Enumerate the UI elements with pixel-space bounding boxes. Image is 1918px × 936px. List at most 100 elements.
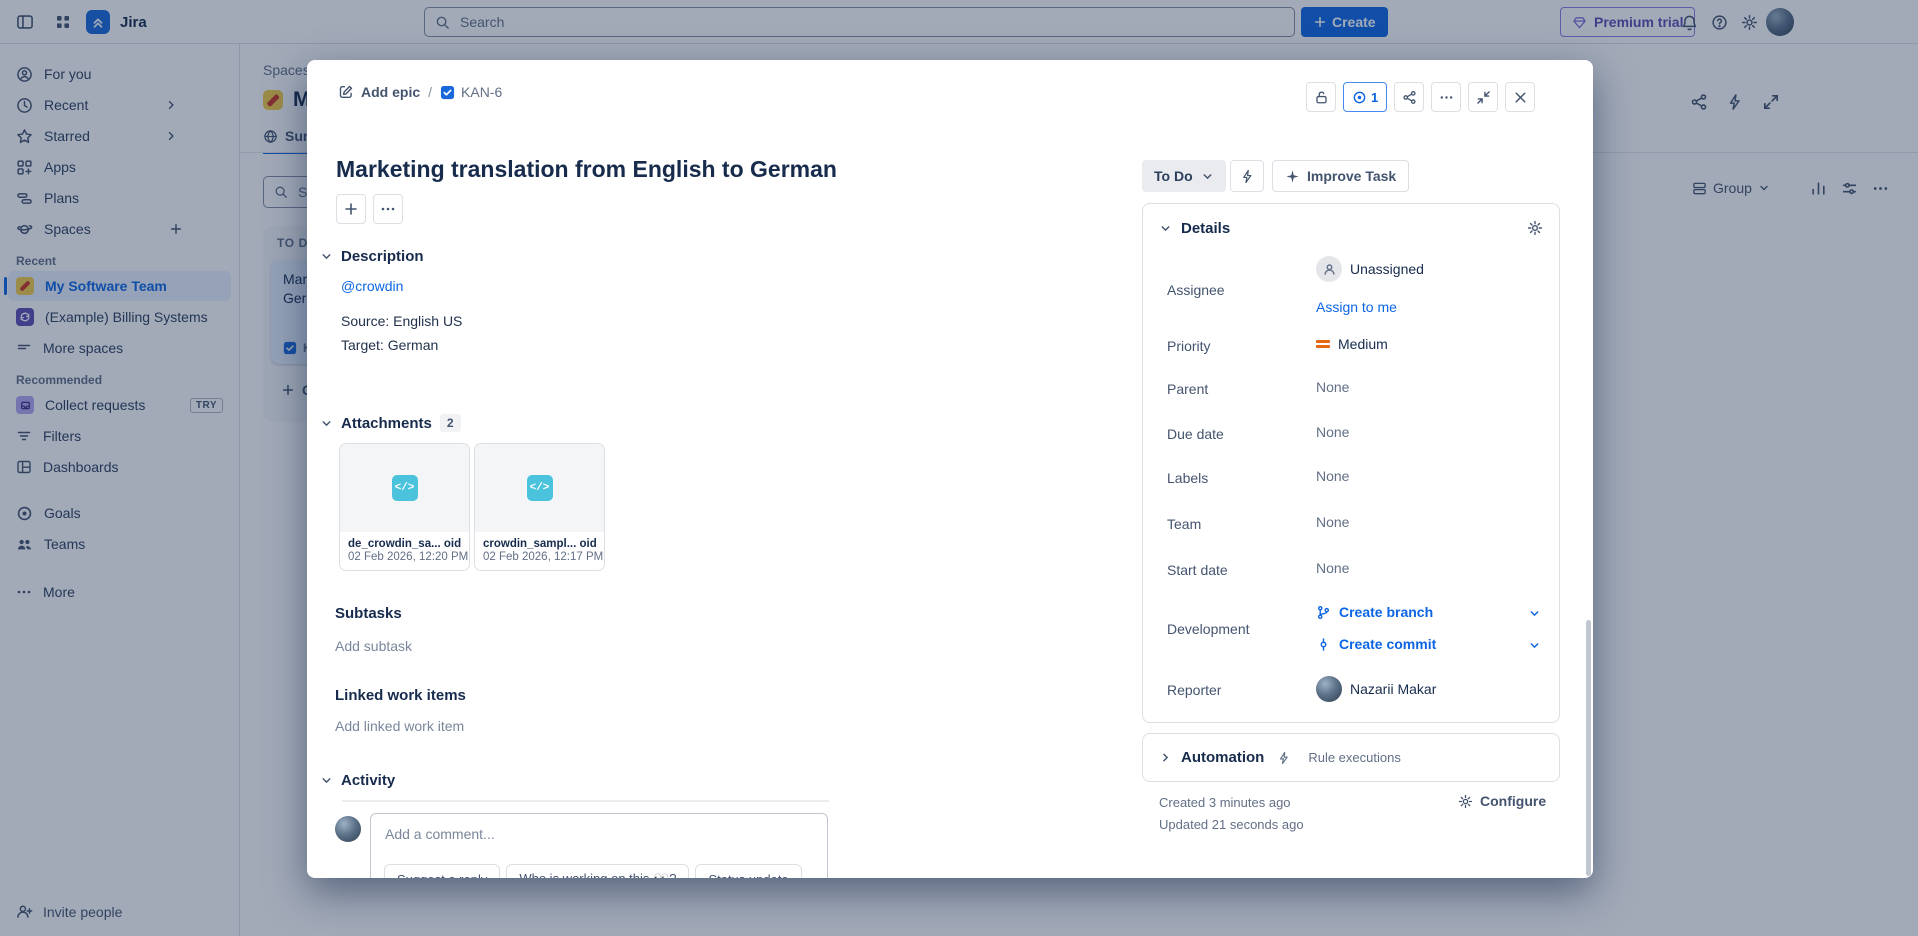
modal-scrollbar[interactable]: [1586, 620, 1591, 876]
attachment-item[interactable]: </> crowdin_sampl... oid.xml 02 Feb 2026…: [474, 443, 605, 571]
xml-file-icon: </>: [527, 475, 553, 501]
create-commit-link[interactable]: Create commit: [1316, 636, 1436, 652]
actions-lightning-button[interactable]: [1230, 160, 1264, 192]
field-value-team[interactable]: None: [1316, 514, 1349, 530]
attachment-date: 02 Feb 2026, 12:20 PM: [348, 551, 461, 563]
chevron-down-icon: [320, 250, 333, 263]
description-target: Target: German: [341, 337, 438, 353]
more-horizontal-icon: [1439, 90, 1454, 105]
field-label-reporter: Reporter: [1167, 682, 1221, 698]
status-dropdown[interactable]: To Do: [1142, 160, 1226, 192]
close-modal-button[interactable]: [1505, 82, 1535, 112]
field-label-development: Development: [1167, 621, 1250, 637]
rule-executions-link[interactable]: Rule executions: [1308, 750, 1401, 765]
add-subtask-field[interactable]: Add subtask: [335, 638, 412, 654]
watch-count: 1: [1371, 90, 1378, 105]
description-section-header[interactable]: Description: [320, 248, 424, 265]
field-value-priority[interactable]: Medium: [1316, 336, 1388, 352]
more-content-button[interactable]: [373, 194, 403, 224]
watch-button[interactable]: 1: [1343, 82, 1387, 112]
activity-divider: [342, 800, 829, 802]
comment-avatar: [335, 816, 361, 842]
quick-reply-status-update[interactable]: Status update: [695, 864, 801, 878]
commit-icon: [1316, 637, 1331, 652]
chevron-right-icon: [1159, 751, 1172, 764]
issue-key-link[interactable]: KAN-6: [440, 84, 502, 100]
field-value-reporter[interactable]: Nazarii Makar: [1316, 676, 1436, 702]
field-label-parent: Parent: [1167, 381, 1208, 397]
collapse-icon: [1476, 90, 1491, 105]
description-mention[interactable]: @crowdin: [341, 278, 403, 294]
issue-modal: Add epic / KAN-6 1: [307, 60, 1593, 878]
priority-medium-icon: [1316, 338, 1330, 351]
updated-timestamp: Updated 21 seconds ago: [1159, 817, 1304, 832]
lock-button[interactable]: [1306, 82, 1336, 112]
subtasks-section-header: Subtasks: [335, 605, 402, 622]
edit-icon: [338, 84, 354, 100]
attachments-count-badge: 2: [440, 414, 461, 432]
assign-to-me-link[interactable]: Assign to me: [1316, 299, 1397, 315]
jira-app: Jira Create Premium trial: [0, 0, 1918, 936]
attachment-filename: crowdin_sampl... oid.xml: [483, 538, 596, 550]
share-button[interactable]: [1394, 82, 1424, 112]
field-value-assignee[interactable]: Unassigned: [1316, 256, 1424, 282]
automation-panel-header[interactable]: Automation Rule executions: [1159, 749, 1401, 766]
field-label-team: Team: [1167, 516, 1201, 532]
field-label-priority: Priority: [1167, 338, 1211, 354]
breadcrumb-separator: /: [428, 84, 432, 100]
create-branch-link[interactable]: Create branch: [1316, 604, 1433, 620]
chevron-down-icon: [320, 774, 333, 787]
branch-icon: [1316, 605, 1331, 620]
description-source: Source: English US: [341, 313, 462, 329]
share-icon: [1402, 90, 1417, 105]
field-value-parent[interactable]: None: [1316, 379, 1349, 395]
field-label-labels: Labels: [1167, 470, 1208, 486]
activity-section-header[interactable]: Activity: [320, 772, 395, 789]
unlock-icon: [1314, 90, 1329, 105]
commit-dropdown-chevron[interactable]: [1528, 639, 1541, 652]
issue-title[interactable]: Marketing translation from English to Ge…: [336, 156, 837, 183]
field-label-due-date: Due date: [1167, 426, 1224, 442]
reporter-avatar: [1316, 676, 1342, 702]
automation-panel: Automation Rule executions: [1142, 733, 1560, 782]
quick-replies: Suggest a reply Who is working on this 👀…: [384, 864, 802, 878]
improve-task-button[interactable]: Improve Task: [1272, 160, 1409, 192]
add-content-button[interactable]: [336, 194, 366, 224]
sparkle-icon: [1285, 169, 1300, 184]
chevron-down-icon: [1201, 170, 1214, 183]
field-value-labels[interactable]: None: [1316, 468, 1349, 484]
more-horizontal-icon: [380, 201, 396, 217]
created-timestamp: Created 3 minutes ago: [1159, 795, 1291, 810]
more-actions-button[interactable]: [1431, 82, 1461, 112]
task-checkbox-icon: [440, 85, 455, 100]
comment-box[interactable]: Add a comment... Suggest a reply Who is …: [370, 813, 828, 878]
details-settings-icon[interactable]: [1527, 220, 1543, 236]
field-value-start-date[interactable]: None: [1316, 560, 1349, 576]
collapse-modal-button[interactable]: [1468, 82, 1498, 112]
branch-dropdown-chevron[interactable]: [1528, 607, 1541, 620]
attachments-section-header[interactable]: Attachments 2: [320, 414, 461, 432]
gear-icon: [1458, 794, 1473, 809]
details-panel-header[interactable]: Details: [1159, 220, 1230, 237]
quick-reply-suggest[interactable]: Suggest a reply: [384, 864, 500, 878]
chevron-down-icon: [320, 417, 333, 430]
attachment-item[interactable]: </> de_crowdin_sa... oid.xml 02 Feb 2026…: [339, 443, 470, 571]
close-icon: [1513, 90, 1528, 105]
field-label-assignee: Assignee: [1167, 282, 1225, 298]
field-value-due-date[interactable]: None: [1316, 424, 1349, 440]
linked-items-section-header: Linked work items: [335, 687, 466, 704]
attachment-date: 02 Feb 2026, 12:17 PM: [483, 551, 596, 563]
add-epic-button[interactable]: Add epic: [338, 84, 420, 100]
chevron-down-icon: [1159, 222, 1172, 235]
configure-button[interactable]: Configure: [1458, 793, 1546, 809]
xml-file-icon: </>: [392, 475, 418, 501]
quick-reply-who-working[interactable]: Who is working on this 👀?: [506, 864, 689, 878]
unassigned-avatar-icon: [1316, 256, 1342, 282]
watch-icon: [1352, 90, 1367, 105]
add-linked-item-field[interactable]: Add linked work item: [335, 718, 464, 734]
comment-placeholder: Add a comment...: [385, 826, 813, 842]
attachment-thumbnail: </>: [475, 444, 604, 532]
attachment-thumbnail: </>: [340, 444, 469, 532]
plus-icon: [343, 201, 359, 217]
field-label-start-date: Start date: [1167, 562, 1228, 578]
